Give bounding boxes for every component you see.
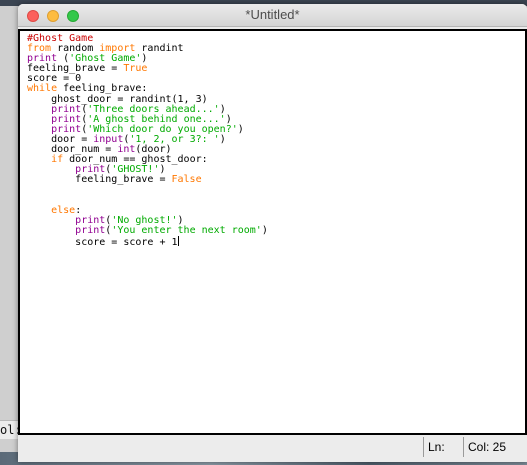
column-number-indicator: Col: 25 bbox=[463, 437, 511, 457]
code-editor[interactable]: #Ghost Game from random import randint pri… bbox=[18, 29, 527, 435]
title-bar[interactable]: *Untitled* bbox=[18, 4, 527, 27]
close-button[interactable] bbox=[27, 10, 39, 22]
code-token: score = score + 1 bbox=[75, 236, 178, 248]
code-token: print bbox=[75, 224, 106, 236]
code-token: True bbox=[123, 63, 148, 75]
background-window-status: ol: 0 bbox=[0, 420, 20, 439]
code-token: feeling_brave = bbox=[75, 174, 172, 186]
status-bar: Ln: 21 Col: 25 bbox=[18, 435, 527, 462]
code-line[interactable]: feeling_brave = False bbox=[27, 175, 268, 185]
window-title: *Untitled* bbox=[245, 7, 300, 22]
code-line[interactable]: score = score + 1 bbox=[27, 235, 268, 248]
code-line[interactable]: print('You enter the next room') bbox=[27, 224, 268, 236]
code-token: ) bbox=[261, 224, 268, 236]
zoom-button[interactable] bbox=[67, 10, 79, 22]
text-cursor bbox=[177, 235, 179, 246]
code-token: False bbox=[171, 174, 202, 186]
line-number-indicator: Ln: 21 bbox=[423, 437, 463, 462]
code-token: ) bbox=[237, 123, 244, 135]
code-token: 'You enter the next room' bbox=[111, 224, 262, 236]
minimize-button[interactable] bbox=[47, 10, 59, 22]
code-text[interactable]: #Ghost Game from random import randint pri… bbox=[27, 33, 268, 248]
code-line[interactable] bbox=[27, 185, 268, 195]
editor-window: *Untitled* #Ghost Game from random import… bbox=[18, 4, 527, 462]
code-token: ) bbox=[219, 133, 226, 145]
